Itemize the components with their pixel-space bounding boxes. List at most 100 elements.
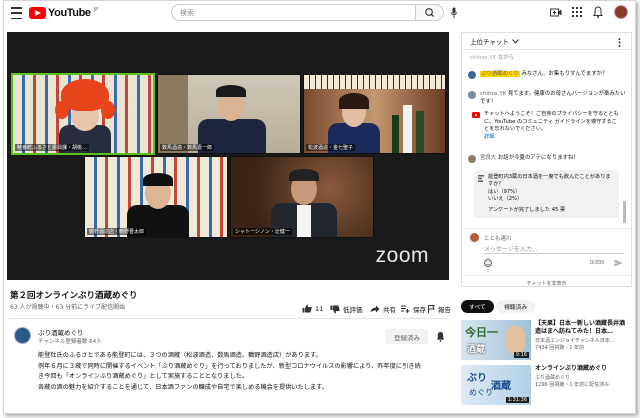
share-icon — [370, 305, 380, 313]
dislike-label: 低評価 — [343, 306, 363, 314]
participant-tile: 数馬酒造・数馬嘉一郎 — [157, 74, 301, 154]
chevron-down-icon — [512, 38, 519, 44]
notification-bell-icon[interactable] — [436, 331, 445, 342]
subscribed-button[interactable]: 登録済み — [386, 329, 428, 344]
share-label: 共有 — [383, 306, 396, 314]
video-player[interactable]: 鮭番町ふるさと振興課・胡桃… 数馬酒造・数馬嘉一郎 松波酒造・金七聖子 鶴野酒造… — [7, 32, 449, 280]
share-button[interactable]: 共有 — [370, 304, 396, 314]
view-stats: 63 人が視聴中・63 分前にライブ配信開始 — [10, 304, 126, 311]
video-description: 能登杜氏のふるさとである能登町には、３つの酒蔵（松波酒造、数馬酒造、鶴野酒造店）… — [38, 351, 423, 393]
chat-message: chiitos.YK ながら — [470, 55, 625, 63]
poll-option: はい（97%） — [488, 188, 521, 195]
apps-grid-icon[interactable] — [572, 7, 582, 17]
poll-option: いいえ（2%） — [488, 195, 523, 202]
recommended-video[interactable]: 今日一 酒蔵 9:16 【天果】日本一新しい酒蔵長井酒造はまへ訪ねてみた！日本…… — [461, 320, 635, 364]
report-button[interactable]: 報告 — [428, 304, 451, 314]
divider — [10, 318, 449, 319]
poll-icon — [478, 175, 484, 182]
create-video-icon[interactable] — [550, 7, 562, 18]
youtube-play-icon — [29, 7, 46, 19]
video-title[interactable]: オンラインぶり酒蔵めぐり — [535, 365, 627, 373]
description-paragraph: 各蔵の酒の魅力を紹介することを通じて、日本酒ファンの醸成や自宅で楽しめる機会を提… — [38, 383, 328, 391]
participant-name: シャトーシノン・辻健一 — [233, 228, 292, 235]
logo-region: JP — [93, 7, 99, 13]
youtube-logo[interactable]: YouTube JP — [29, 6, 98, 20]
chat-input-user: ととも達川 — [484, 236, 512, 242]
search-icon — [425, 8, 435, 18]
chat-header[interactable]: 上位チャット — [462, 33, 631, 50]
video-title[interactable]: 【天果】日本一新しい酒蔵長井酒造はまへ訪ねてみた！日本… — [535, 320, 627, 336]
chat-avatar — [468, 155, 476, 163]
video-meta: 7434 回視聴・1 年前 — [535, 345, 585, 351]
video-thumbnail[interactable]: 今日一 酒蔵 9:16 — [461, 320, 531, 360]
subscriber-count: チャンネル登録者数 64人 — [38, 339, 102, 345]
participant-name: 松波酒造・金七聖子 — [306, 144, 356, 151]
poll-result-card: 能登町内3蔵の日本酒を一度でも飲んだことがありますか？ はい（97%） いいえ（… — [474, 170, 619, 219]
participant-tile: 鶴野酒造店・鶴野晋太郎 — [84, 156, 228, 238]
chat-message: ぶり酒蔵めぐり みなさん、お集もりすんでますか？ — [468, 71, 628, 79]
notice-text: チャットへようこそ！ご自身のプライバシーを守るとともに、YouTube のコミュ… — [484, 111, 619, 132]
chat-message: 宮良大 お話が今夏のアテになりますね！ — [468, 155, 628, 163]
chat-author: chiitos.YK — [470, 55, 497, 61]
chat-text: ながら — [497, 55, 515, 61]
chat-message: chiitos.YK 見てます。健康のお母さんバージョンが楽みたいです！ — [468, 91, 628, 106]
thumbs-up-icon — [302, 304, 312, 313]
video-thumbnail[interactable]: ぶり 酒蔵 めぐり 1:31:36 — [461, 365, 531, 405]
more-options-icon[interactable] — [618, 38, 621, 47]
channel-avatar[interactable] — [14, 327, 31, 344]
video-title: 第２回オンラインぶり酒蔵めぐり — [10, 291, 138, 301]
emoji-icon[interactable] — [484, 259, 492, 267]
participant-name: 数馬酒造・数馬嘉一郎 — [160, 144, 215, 151]
chip-watched[interactable]: 視聴済み — [496, 300, 536, 313]
channel-name[interactable]: ぶり酒蔵めぐり — [38, 327, 84, 337]
chat-input-area: ととも達川 メッセージを入力... 0/200 チャットを非表示 — [462, 228, 631, 286]
description-paragraph: 能登杜氏のふるさとである能登町には、３つの酒蔵（松波酒造、数馬酒造、鶴野酒造店）… — [38, 352, 322, 359]
send-icon[interactable] — [614, 259, 623, 267]
chat-text: お話が今夏のアテになりますね！ — [497, 155, 579, 161]
report-label: 報告 — [438, 306, 451, 314]
recommended-video[interactable]: ぶり 酒蔵 めぐり 1:31:36 オンラインぶり酒蔵めぐり ぶり酒蔵めぐり 1… — [461, 365, 635, 409]
participant-tile: シャトーシノン・辻健一 — [230, 156, 374, 238]
participant-tile: 松波酒造・金七聖子 — [303, 74, 446, 154]
video-duration: 1:31:36 — [505, 397, 529, 403]
chat-author: chiitos.YK — [480, 91, 507, 97]
participant-tile: 鮭番町ふるさと振興課・胡桃… — [11, 73, 155, 155]
save-label: 保存 — [413, 306, 426, 314]
video-duration: 9:16 — [513, 352, 529, 358]
search-placeholder: 検索 — [180, 8, 194, 17]
flag-icon — [428, 305, 435, 313]
chat-text: みなさん、お集もりすんでますか？ — [521, 71, 608, 77]
user-avatar — [470, 233, 479, 242]
notifications-bell-icon[interactable] — [593, 6, 603, 18]
chat-avatar — [468, 91, 476, 99]
chat-message-input[interactable]: メッセージを入力... — [484, 244, 624, 254]
chat-mode-label: 上位チャット — [470, 38, 509, 46]
chat-author: 宮良大 — [480, 155, 497, 161]
search-button[interactable] — [416, 4, 444, 21]
search-input[interactable]: 検索 — [171, 4, 416, 21]
video-channel[interactable]: 日本酒エンジョイチャンネル日本… — [535, 338, 635, 345]
description-paragraph: 例年６月に３蔵で同時に開催するイベント「ぶり酒蔵めぐり」を行っておりましたが、新… — [38, 362, 421, 381]
save-playlist-icon — [401, 305, 410, 313]
notice-learn-more-link[interactable]: 詳細 — [484, 134, 622, 142]
zoom-logo: zoom — [375, 244, 429, 267]
chat-welcome-notice: チャットへようこそ！ご自身のプライバシーを守るとともに、YouTube のコミュ… — [472, 111, 622, 141]
menu-icon[interactable] — [10, 7, 22, 19]
dislike-button[interactable]: 低評価 — [330, 304, 363, 314]
poll-result: アンケートが完了しました 45 票 — [488, 207, 566, 214]
chip-all[interactable]: すべて — [461, 300, 494, 313]
like-button[interactable]: 11 — [302, 304, 323, 313]
microphone-icon[interactable] — [450, 7, 458, 19]
hide-chat-button[interactable]: チャットを非表示 — [462, 275, 631, 286]
top-bar: YouTube JP 検索 — [4, 1, 635, 25]
account-avatar[interactable] — [614, 5, 628, 19]
save-button[interactable]: 保存 — [401, 304, 426, 314]
video-channel[interactable]: ぶり酒蔵めぐり — [535, 375, 635, 382]
chat-scrollbar[interactable] — [623, 201, 626, 223]
thumbs-down-icon — [330, 305, 340, 313]
char-counter: 0/200 — [590, 260, 605, 266]
logo-text: YouTube — [48, 7, 91, 19]
participant-name: 鮭番町ふるさと振興課・胡桃… — [15, 144, 90, 151]
chat-author: ぶり酒蔵めぐり — [480, 71, 520, 77]
participant-name: 鶴野酒造店・鶴野晋太郎 — [87, 228, 147, 235]
